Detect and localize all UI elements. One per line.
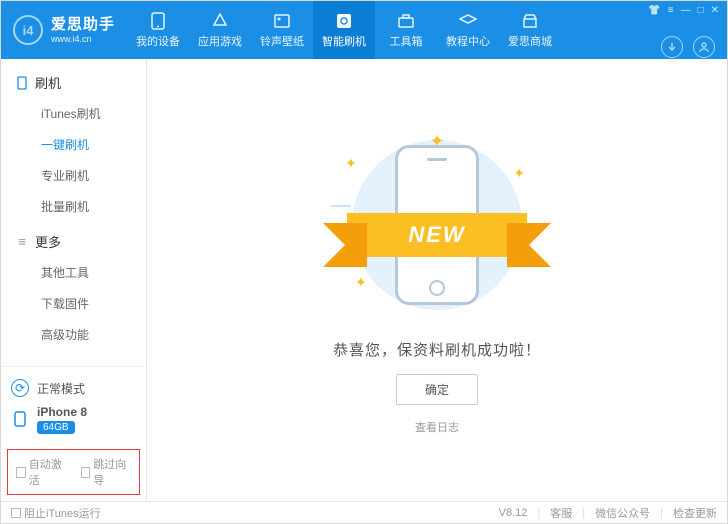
nav-flash[interactable]: 智能刷机 (313, 1, 375, 59)
nav-shop[interactable]: 爱思商城 (499, 1, 561, 59)
brand: i4 爱思助手 www.i4.cn (1, 1, 127, 59)
skip-wizard-checkbox[interactable]: 跳过向导 (81, 456, 132, 488)
maximize-icon[interactable]: □ (698, 5, 704, 16)
nav-toolbox[interactable]: 工具箱 (375, 1, 437, 59)
more-icon: ≡ (15, 234, 29, 249)
status-bar: 阻止iTunes运行 V8.12 | 客服 | 微信公众号 | 检查更新 (1, 501, 727, 523)
sidebar-item-download-firmware[interactable]: 下载固件 (1, 288, 146, 319)
minimize-icon[interactable]: — (681, 5, 691, 16)
shop-icon (521, 12, 539, 30)
star-icon: ✦ (345, 155, 357, 172)
menu-icon[interactable]: ≡ (668, 5, 674, 16)
device-info[interactable]: iPhone 8 64GB (11, 401, 136, 437)
view-log-link[interactable]: 查看日志 (415, 419, 459, 435)
top-nav: 我的设备 应用游戏 铃声壁纸 智能刷机 工具箱 教程中心 爱思商城 (127, 1, 640, 59)
storage-badge: 64GB (37, 421, 75, 434)
sidebar-item-itunes-flash[interactable]: iTunes刷机 (1, 98, 146, 129)
block-itunes-checkbox[interactable]: 阻止iTunes运行 (11, 505, 101, 521)
brand-title: 爱思助手 (51, 16, 115, 34)
sidebar-item-batch-flash[interactable]: 批量刷机 (1, 191, 146, 222)
sidebar-item-advanced[interactable]: 高级功能 (1, 319, 146, 350)
phone-small-icon (11, 410, 29, 428)
brand-subtitle: www.i4.cn (51, 34, 115, 45)
support-link[interactable]: 客服 (550, 505, 572, 521)
sidebar-section-flash[interactable]: 刷机 (1, 67, 146, 98)
device-icon (149, 12, 167, 30)
ok-button[interactable]: 确定 (396, 374, 478, 405)
sidebar-item-pro-flash[interactable]: 专业刷机 (1, 160, 146, 191)
user-icon[interactable] (693, 36, 715, 58)
version-label: V8.12 (499, 507, 528, 519)
refresh-icon (335, 12, 353, 30)
star-icon: ✦ (355, 274, 367, 291)
app-header: i4 爱思助手 www.i4.cn 我的设备 应用游戏 铃声壁纸 智能刷机 工具… (1, 1, 727, 59)
apps-icon (211, 12, 229, 30)
graduation-icon (459, 12, 477, 30)
new-ribbon: NEW (347, 213, 527, 257)
toolbox-icon (397, 12, 415, 30)
close-icon[interactable]: ✕ (711, 5, 719, 16)
check-update-link[interactable]: 检查更新 (673, 505, 717, 521)
flash-options: 自动激活 跳过向导 (7, 449, 140, 495)
sidebar-section-more[interactable]: ≡ 更多 (1, 226, 146, 257)
sidebar-item-other-tools[interactable]: 其他工具 (1, 257, 146, 288)
wechat-link[interactable]: 微信公众号 (595, 505, 650, 521)
device-mode[interactable]: ⟳ 正常模式 (11, 375, 136, 401)
image-icon (273, 12, 291, 30)
auto-activate-checkbox[interactable]: 自动激活 (16, 456, 67, 488)
skin-icon[interactable]: 👕 (648, 5, 660, 16)
success-message: 恭喜您，保资料刷机成功啦！ (333, 339, 541, 360)
nav-my-device[interactable]: 我的设备 (127, 1, 189, 59)
nav-tutorials[interactable]: 教程中心 (437, 1, 499, 59)
download-icon[interactable] (661, 36, 683, 58)
sidebar: 刷机 iTunes刷机 一键刷机 专业刷机 批量刷机 ≡ 更多 其他工具 下载固… (1, 59, 147, 501)
refresh-small-icon: ⟳ (11, 379, 29, 397)
device-name: iPhone 8 (37, 405, 87, 419)
star-icon: ✦ (513, 165, 525, 182)
header-right: 👕 ≡ — □ ✕ (640, 1, 727, 59)
main-content: ✦ ✦ ✦ ✦ ✦ NEW 恭喜您，保资料刷机成功啦！ 确定 查看日志 (147, 59, 727, 501)
brand-logo-icon: i4 (13, 15, 43, 45)
nav-apps[interactable]: 应用游戏 (189, 1, 251, 59)
phone-icon (15, 76, 29, 90)
sidebar-item-onekey-flash[interactable]: 一键刷机 (1, 129, 146, 160)
nav-ringtones[interactable]: 铃声壁纸 (251, 1, 313, 59)
success-illustration: ✦ ✦ ✦ ✦ ✦ NEW (327, 125, 547, 325)
